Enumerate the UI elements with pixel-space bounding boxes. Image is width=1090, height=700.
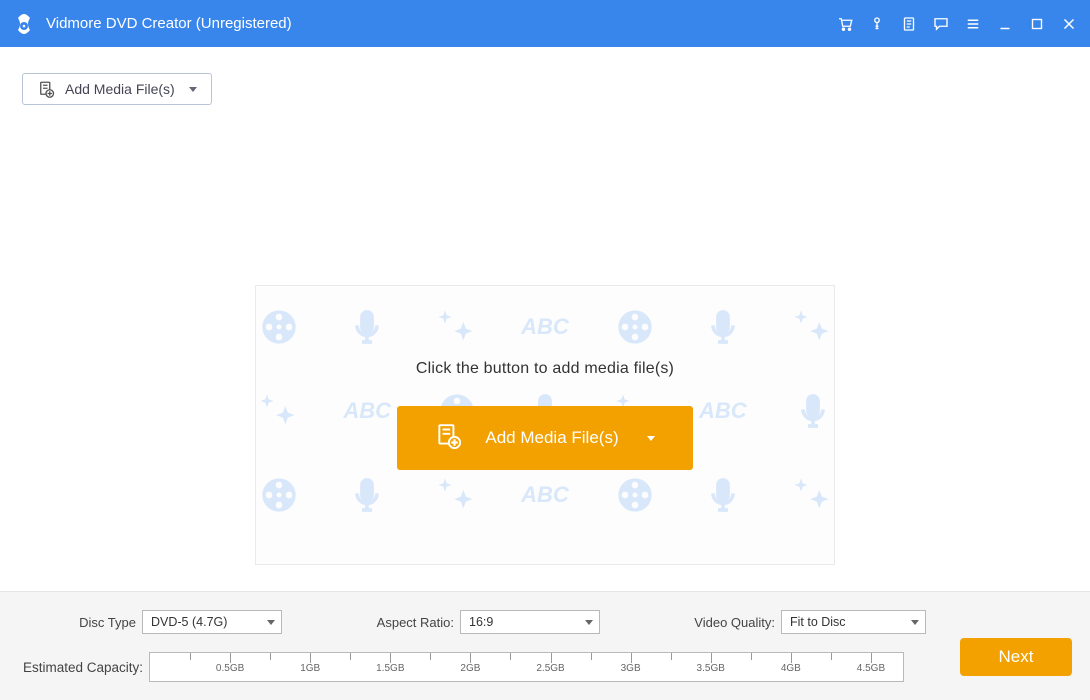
aspect-ratio-label: Aspect Ratio:	[362, 615, 454, 630]
bottom-panel: Disc Type DVD-5 (4.7G) Aspect Ratio: 16:…	[0, 591, 1090, 700]
add-media-primary-button[interactable]: Add Media File(s)	[397, 406, 692, 470]
close-icon[interactable]	[1060, 15, 1078, 33]
capacity-tick-label: 1GB	[300, 663, 320, 674]
video-quality-value: Fit to Disc	[790, 615, 846, 629]
empty-state: Click the button to add media file(s) Ad…	[0, 360, 1090, 470]
capacity-row: Estimated Capacity: 0.5GB 1GB 1.5GB 2GB 2.5G…	[18, 652, 1072, 682]
aspect-ratio-select[interactable]: 16:9	[460, 610, 600, 634]
main-content: ABC ABC ABC ABC Click the button to add …	[0, 105, 1090, 647]
window-title: Vidmore DVD Creator (Unregistered)	[46, 15, 836, 32]
capacity-label: Estimated Capacity:	[18, 660, 149, 675]
capacity-tick-label: 3.5GB	[697, 663, 725, 674]
chevron-down-icon	[911, 620, 919, 625]
sparkle-icon	[789, 305, 833, 349]
disc-type-value: DVD-5 (4.7G)	[151, 615, 227, 629]
add-media-primary-label: Add Media File(s)	[485, 428, 618, 448]
abc-text-icon: ABC	[521, 473, 569, 517]
film-reel-icon	[257, 305, 301, 349]
abc-text-icon: ABC	[521, 305, 569, 349]
settings-row: Disc Type DVD-5 (4.7G) Aspect Ratio: 16:…	[18, 610, 1072, 634]
aspect-ratio-field: Aspect Ratio: 16:9	[362, 610, 600, 634]
maximize-icon[interactable]	[1028, 15, 1046, 33]
microphone-icon	[345, 305, 389, 349]
minimize-icon[interactable]	[996, 15, 1014, 33]
capacity-tick-label: 4GB	[781, 663, 801, 674]
add-media-label: Add Media File(s)	[65, 81, 175, 97]
capacity-bar: 0.5GB 1GB 1.5GB 2GB 2.5GB 3GB 3.5GB 4GB 4.5GB	[149, 652, 904, 682]
film-reel-icon	[613, 473, 657, 517]
sparkle-icon	[433, 305, 477, 349]
cart-icon[interactable]	[836, 15, 854, 33]
capacity-tick-label: 1.5GB	[376, 663, 404, 674]
empty-state-hint: Click the button to add media file(s)	[416, 360, 674, 378]
disc-type-label: Disc Type	[18, 615, 136, 630]
video-quality-label: Video Quality:	[680, 615, 775, 630]
chevron-down-icon	[585, 620, 593, 625]
chevron-down-icon	[189, 87, 197, 92]
add-file-icon	[37, 80, 55, 98]
add-file-icon	[435, 423, 461, 454]
menu-icon[interactable]	[964, 15, 982, 33]
chevron-down-icon	[647, 436, 655, 441]
capacity-tick-label: 3GB	[621, 663, 641, 674]
add-media-dropdown-button[interactable]: Add Media File(s)	[22, 73, 212, 105]
window-controls	[836, 15, 1078, 33]
microphone-icon	[701, 473, 745, 517]
sparkle-icon	[789, 473, 833, 517]
capacity-tick-label: 2.5GB	[536, 663, 564, 674]
capacity-tick-label: 4.5GB	[857, 663, 885, 674]
chevron-down-icon	[267, 620, 275, 625]
capacity-tick-label: 2GB	[460, 663, 480, 674]
key-icon[interactable]	[868, 15, 886, 33]
microphone-icon	[701, 305, 745, 349]
doc-icon[interactable]	[900, 15, 918, 33]
capacity-tick-label: 0.5GB	[216, 663, 244, 674]
microphone-icon	[345, 473, 389, 517]
film-reel-icon	[257, 473, 301, 517]
toolbar: Add Media File(s)	[0, 47, 1090, 105]
film-reel-icon	[613, 305, 657, 349]
titlebar: Vidmore DVD Creator (Unregistered)	[0, 0, 1090, 47]
disc-type-select[interactable]: DVD-5 (4.7G)	[142, 610, 282, 634]
sparkle-icon	[433, 473, 477, 517]
chat-icon[interactable]	[932, 15, 950, 33]
disc-type-field: Disc Type DVD-5 (4.7G)	[18, 610, 282, 634]
video-quality-field: Video Quality: Fit to Disc	[680, 610, 926, 634]
video-quality-select[interactable]: Fit to Disc	[781, 610, 926, 634]
aspect-ratio-value: 16:9	[469, 615, 493, 629]
next-button[interactable]: Next	[960, 638, 1072, 676]
app-logo-icon	[12, 12, 36, 36]
